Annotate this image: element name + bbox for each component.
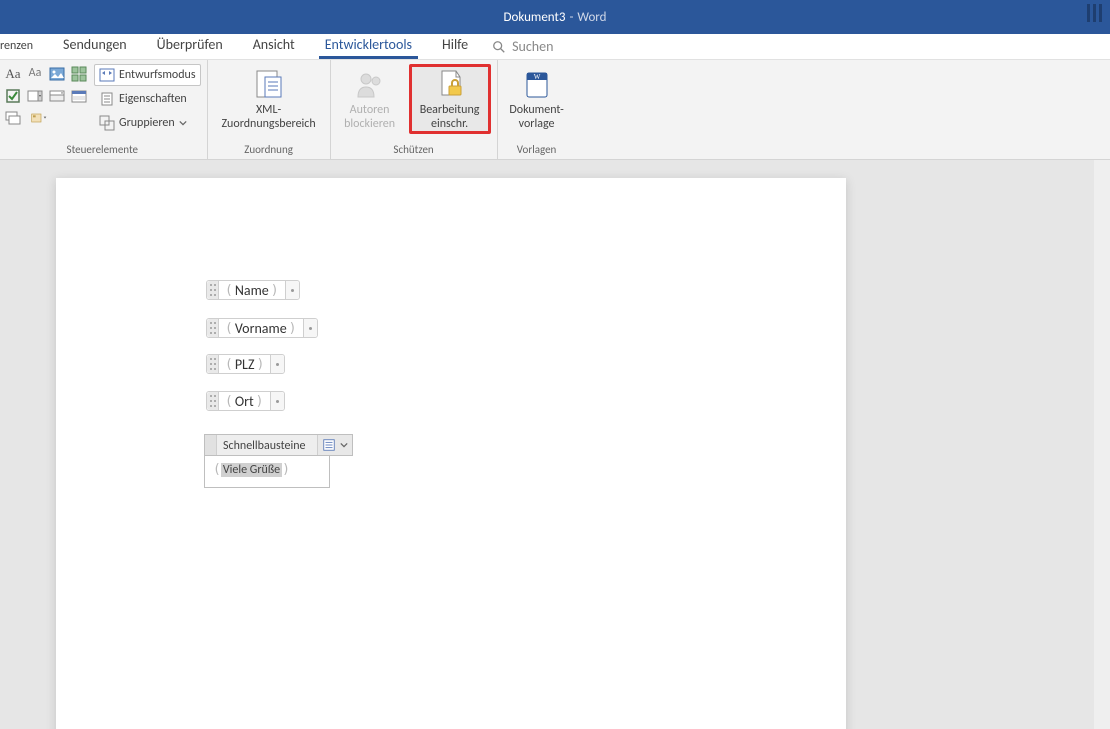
block-authors-icon xyxy=(354,69,386,101)
cc-end-icon xyxy=(285,281,299,299)
tab-ansicht[interactable]: Ansicht xyxy=(247,32,301,59)
legacy-tools-icon[interactable] xyxy=(26,110,52,126)
cc-handle-icon[interactable] xyxy=(207,319,219,337)
chevron-down-icon xyxy=(340,441,348,449)
gallery-icon xyxy=(322,438,336,452)
field-plz-label: PLZ xyxy=(235,356,255,373)
document-page[interactable]: (Name) (Vorname) (PLZ) (Ort) xyxy=(56,178,846,729)
repeating-control-icon[interactable] xyxy=(4,110,22,126)
document-template-icon: W xyxy=(521,69,553,101)
cc-handle-icon[interactable] xyxy=(207,355,219,373)
tab-ueberpruefen[interactable]: Überprüfen xyxy=(151,32,229,59)
field-ort[interactable]: (Ort) xyxy=(206,391,285,411)
field-name-label: Name xyxy=(235,282,269,299)
group-protect: Autoren blockieren Bearbeitung einschr. … xyxy=(331,60,498,159)
properties-button[interactable]: Eigenschaften xyxy=(94,88,201,110)
design-mode-button[interactable]: Entwurfsmodus xyxy=(94,64,201,86)
field-vorname[interactable]: (Vorname) xyxy=(206,318,318,338)
ribbon: Aa Aa Entwurf xyxy=(0,60,1110,160)
plaintext-control-icon[interactable]: Aa xyxy=(26,66,44,82)
buildingblock-selected-text[interactable]: Viele Grüße xyxy=(221,463,282,477)
group-protect-caption: Schützen xyxy=(337,141,491,159)
cc-end-icon xyxy=(303,319,317,337)
group-controls: Aa Aa Entwurf xyxy=(0,60,208,159)
title-sep: - xyxy=(569,10,573,25)
cc-handle-icon[interactable] xyxy=(207,392,219,410)
buildingblock-title: Schnellbausteine xyxy=(217,435,313,455)
tab-sendungen[interactable]: Sendungen xyxy=(57,32,133,59)
cc-handle-icon[interactable] xyxy=(207,281,219,299)
buildingblock-gallery-header[interactable]: Schnellbausteine xyxy=(204,434,353,456)
tell-me-search[interactable]: Suchen xyxy=(492,38,553,59)
richtext-control-icon[interactable]: Aa xyxy=(4,66,22,82)
properties-icon xyxy=(99,91,115,107)
combobox-control-icon[interactable] xyxy=(26,88,44,104)
cc-end-icon xyxy=(270,355,284,373)
xml-mapping-icon xyxy=(253,69,285,101)
design-mode-label: Entwurfsmodus xyxy=(119,68,196,82)
search-placeholder: Suchen xyxy=(512,38,553,55)
document-template-label-1: Dokument- xyxy=(509,103,563,117)
buildingblock-gallery-body[interactable]: ( Viele Grüße ) xyxy=(204,456,330,488)
group-button[interactable]: Gruppieren xyxy=(94,112,201,134)
xml-mapping-pane-button[interactable]: XML- Zuordnungsbereich xyxy=(214,64,324,134)
design-mode-icon xyxy=(99,67,115,83)
block-authors-button: Autoren blockieren xyxy=(337,64,403,134)
picture-control-icon[interactable] xyxy=(48,66,66,82)
checkbox-control-icon[interactable] xyxy=(4,88,22,104)
cc-handle-icon[interactable] xyxy=(205,435,217,455)
restrict-editing-icon xyxy=(434,69,466,101)
tab-entwicklertools[interactable]: Entwicklertools xyxy=(319,32,418,59)
group-label: Gruppieren xyxy=(119,116,175,130)
svg-text:W: W xyxy=(533,73,540,81)
xml-mapping-label-2: Zuordnungsbereich xyxy=(221,117,315,131)
buildingblock-control-icon[interactable] xyxy=(70,66,88,82)
app-name: Word xyxy=(577,10,606,25)
group-icon xyxy=(99,115,115,131)
field-ort-label: Ort xyxy=(235,393,254,410)
xml-mapping-label-1: XML- xyxy=(256,103,281,117)
document-template-label-2: vorlage xyxy=(519,117,555,131)
tab-hilfe[interactable]: Hilfe xyxy=(436,32,474,59)
document-template-button[interactable]: W Dokument- vorlage xyxy=(504,64,570,134)
group-templates-caption: Vorlagen xyxy=(504,141,570,159)
document-canvas[interactable]: (Name) (Vorname) (PLZ) (Ort) xyxy=(0,160,1110,729)
group-templates: W Dokument- vorlage Vorlagen xyxy=(498,60,576,159)
tab-references-partial[interactable]: renzen xyxy=(0,35,39,59)
group-controls-caption: Steuerelemente xyxy=(4,141,201,159)
field-plz[interactable]: (PLZ) xyxy=(206,354,285,374)
ribbon-display-options-icon[interactable] xyxy=(1087,4,1102,22)
dropdown-control-icon[interactable] xyxy=(48,88,66,104)
cc-end-icon xyxy=(270,392,284,410)
block-authors-label-2: blockieren xyxy=(344,117,395,131)
group-mapping-caption: Zuordnung xyxy=(214,141,324,159)
ribbon-tabstrip: renzen Sendungen Überprüfen Ansicht Entw… xyxy=(0,34,1110,60)
properties-label: Eigenschaften xyxy=(119,92,187,106)
title-bar: Dokument3 - Word xyxy=(0,0,1110,34)
group-mapping: XML- Zuordnungsbereich Zuordnung xyxy=(208,60,331,159)
vertical-scrollbar[interactable] xyxy=(1094,160,1110,729)
restrict-editing-label-2: einschr. xyxy=(431,117,468,131)
restrict-editing-label-1: Bearbeitung xyxy=(420,103,480,117)
field-vorname-label: Vorname xyxy=(235,320,287,337)
field-name[interactable]: (Name) xyxy=(206,280,300,300)
block-authors-label-1: Autoren xyxy=(350,103,390,117)
buildingblock-dropdown[interactable] xyxy=(317,435,352,455)
search-icon xyxy=(492,40,506,54)
chevron-down-icon xyxy=(179,119,187,127)
restrict-editing-button[interactable]: Bearbeitung einschr. xyxy=(409,64,491,134)
doc-name: Dokument3 xyxy=(504,10,566,25)
datepicker-control-icon[interactable] xyxy=(70,88,88,104)
